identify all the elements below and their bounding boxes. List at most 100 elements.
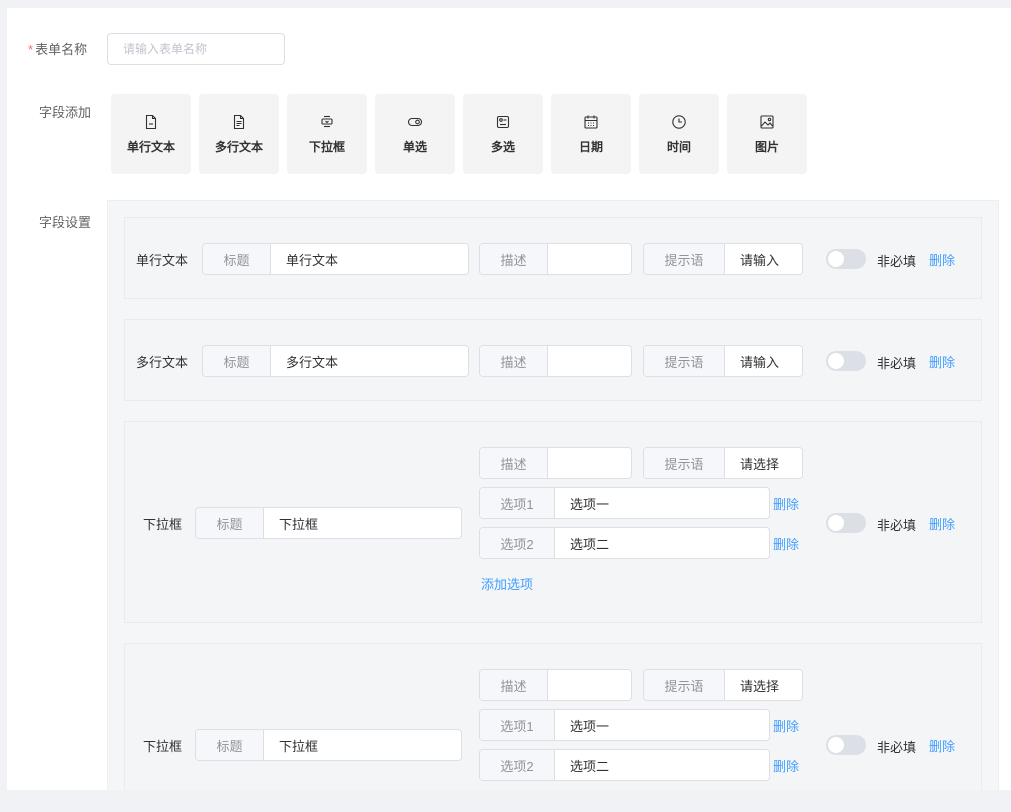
field-card-dropdown: 下拉框 标题 下拉框 描述 提示语 请选择 选项1 选项一 删除 选项2 选项二 <box>124 421 982 623</box>
required-text: 非必填 <box>877 254 917 269</box>
hint-input[interactable]: 请选择 <box>725 670 802 700</box>
add-option-link[interactable]: 添加选项 <box>481 574 533 593</box>
option-input-group[interactable]: 选项1 选项一 <box>479 709 770 741</box>
add-image-button[interactable]: 图片 <box>727 94 807 174</box>
form-name-input[interactable] <box>107 33 285 65</box>
desc-prefix: 描述 <box>480 244 548 274</box>
delete-field-link[interactable]: 删除 <box>929 736 955 755</box>
option-prefix: 选项2 <box>480 528 555 558</box>
option-prefix: 选项1 <box>480 488 555 518</box>
option-input[interactable]: 选项一 <box>555 710 769 740</box>
clock-icon <box>671 114 687 130</box>
required-text: 非必填 <box>877 518 917 533</box>
desc-prefix: 描述 <box>480 448 548 478</box>
add-time-button[interactable]: 时间 <box>639 94 719 174</box>
add-time-label: 时间 <box>666 139 691 154</box>
hint-prefix: 提示语 <box>644 448 725 478</box>
image-icon <box>759 114 775 130</box>
desc-input-group[interactable]: 描述 <box>479 345 632 377</box>
delete-option-link[interactable]: 删除 <box>773 494 799 513</box>
option-input[interactable]: 选项二 <box>555 750 769 780</box>
title-prefix: 标题 <box>203 244 271 274</box>
option-input-group[interactable]: 选项1 选项一 <box>479 487 770 519</box>
field-type-label: 单行文本 <box>136 253 189 268</box>
add-single-line-text-button[interactable]: 单行文本 <box>111 94 191 174</box>
title-prefix: 标题 <box>196 730 264 760</box>
delete-option-link[interactable]: 删除 <box>773 756 799 775</box>
desc-input-group[interactable]: 描述 <box>479 447 632 479</box>
field-card-dropdown: 下拉框 标题 下拉框 描述 提示语 请选择 选项1 选项一 删除 选项2 选项二 <box>124 643 982 790</box>
delete-option-link[interactable]: 删除 <box>773 534 799 553</box>
delete-option-link[interactable]: 删除 <box>773 716 799 735</box>
calendar-icon <box>583 114 599 130</box>
required-toggle[interactable] <box>826 249 866 269</box>
delete-field-link[interactable]: 删除 <box>929 352 955 371</box>
delete-field-link[interactable]: 删除 <box>929 250 955 269</box>
add-dropdown-label: 下拉框 <box>308 139 345 154</box>
option-input[interactable]: 选项二 <box>555 528 769 558</box>
hint-input[interactable]: 请输入 <box>725 346 802 376</box>
add-checkbox-button[interactable]: 多选 <box>463 94 543 174</box>
title-input[interactable]: 多行文本 <box>271 346 468 376</box>
radio-icon <box>407 114 423 130</box>
add-radio-label: 单选 <box>402 139 427 154</box>
add-radio-button[interactable]: 单选 <box>375 94 455 174</box>
required-toggle[interactable] <box>826 351 866 371</box>
add-checkbox-label: 多选 <box>490 139 515 154</box>
field-type-label: 多行文本 <box>136 355 189 370</box>
title-input-group[interactable]: 标题 下拉框 <box>195 729 462 761</box>
hint-input[interactable]: 请选择 <box>725 448 802 478</box>
add-date-label: 日期 <box>578 139 603 154</box>
toggle-knob <box>828 515 844 531</box>
add-multi-line-text-label: 多行文本 <box>214 139 263 154</box>
desc-prefix: 描述 <box>480 346 548 376</box>
desc-prefix: 描述 <box>480 670 548 700</box>
option-prefix: 选项1 <box>480 710 555 740</box>
desc-input-group[interactable]: 描述 <box>479 243 632 275</box>
hint-input-group[interactable]: 提示语 请选择 <box>643 669 803 701</box>
hint-input[interactable]: 请输入 <box>725 244 802 274</box>
hint-prefix: 提示语 <box>644 346 725 376</box>
title-prefix: 标题 <box>196 508 264 538</box>
toggle-knob <box>828 251 844 267</box>
form-builder-page: *表单名称 字段添加 单行文本 多行文本 下拉框 单选 多选 日期 时间 图片 … <box>7 8 1011 790</box>
hint-input-group[interactable]: 提示语 请选择 <box>643 447 803 479</box>
desc-input[interactable] <box>548 346 631 376</box>
title-input[interactable]: 下拉框 <box>264 730 461 760</box>
title-input-group[interactable]: 标题 下拉框 <box>195 507 462 539</box>
hint-input-group[interactable]: 提示语 请输入 <box>643 243 803 275</box>
title-input[interactable]: 下拉框 <box>264 508 461 538</box>
add-multi-line-text-button[interactable]: 多行文本 <box>199 94 279 174</box>
desc-input[interactable] <box>548 448 631 478</box>
title-prefix: 标题 <box>203 346 271 376</box>
desc-input-group[interactable]: 描述 <box>479 669 632 701</box>
add-image-label: 图片 <box>754 139 779 154</box>
desc-input[interactable] <box>548 670 631 700</box>
form-name-label: * 表单名称 <box>28 39 87 58</box>
hint-prefix: 提示语 <box>644 244 725 274</box>
toggle-knob <box>828 737 844 753</box>
option-input[interactable]: 选项一 <box>555 488 769 518</box>
required-text: 非必填 <box>877 740 917 755</box>
file-text-icon <box>231 114 247 130</box>
checkbox-icon <box>495 114 511 130</box>
title-input-group[interactable]: 标题 单行文本 <box>202 243 469 275</box>
title-input[interactable]: 单行文本 <box>271 244 468 274</box>
hint-prefix: 提示语 <box>644 670 725 700</box>
add-fields-label: 字段添加 <box>39 105 92 120</box>
option-input-group[interactable]: 选项2 选项二 <box>479 749 770 781</box>
option-input-group[interactable]: 选项2 选项二 <box>479 527 770 559</box>
field-type-label: 下拉框 <box>143 739 183 754</box>
required-toggle[interactable] <box>826 513 866 533</box>
delete-field-link[interactable]: 删除 <box>929 514 955 533</box>
title-input-group[interactable]: 标题 多行文本 <box>202 345 469 377</box>
option-prefix: 选项2 <box>480 750 555 780</box>
field-settings-panel: 单行文本 标题 单行文本 描述 提示语 请输入 非必填 删除 多行文本 标题 多… <box>107 200 999 790</box>
add-dropdown-button[interactable]: 下拉框 <box>287 94 367 174</box>
required-toggle[interactable] <box>826 735 866 755</box>
desc-input[interactable] <box>548 244 631 274</box>
field-settings-label: 字段设置 <box>39 215 92 230</box>
file-minus-icon <box>143 114 159 130</box>
add-date-button[interactable]: 日期 <box>551 94 631 174</box>
hint-input-group[interactable]: 提示语 请输入 <box>643 345 803 377</box>
